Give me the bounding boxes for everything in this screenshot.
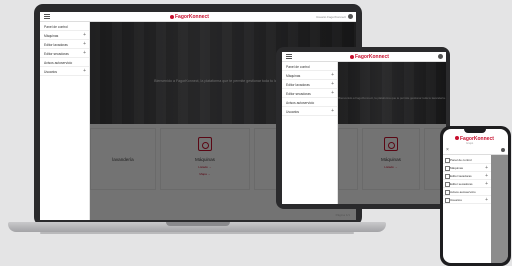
plus-icon: +: [485, 173, 488, 179]
sidebar-item-machines[interactable]: Máquinas +: [443, 164, 491, 172]
sidebar-item-editor-washers[interactable]: Editor lavadoras +: [443, 172, 491, 180]
plus-icon: +: [83, 41, 86, 47]
brand-sub: Grupo: [466, 142, 474, 145]
plus-icon: +: [331, 72, 334, 78]
user-avatar-icon[interactable]: [501, 148, 505, 152]
sidebar-item-users[interactable]: Usuarios +: [282, 107, 337, 116]
user-avatar-icon[interactable]: [438, 54, 443, 59]
sidebar-item-machines[interactable]: Máquinas +: [282, 71, 337, 80]
brand-logo: FagorKonnect: [350, 54, 389, 60]
menu-icon[interactable]: [286, 54, 292, 59]
top-bar: ×: [443, 146, 508, 155]
plus-icon: +: [485, 165, 488, 171]
laptop-notch: [166, 222, 230, 226]
top-user-name: Usuario FagorKonnect: [315, 15, 346, 19]
sidebar-item-editor-washers[interactable]: Editor lavadoras +: [282, 80, 337, 89]
plus-icon: +: [83, 32, 86, 38]
user-avatar-icon[interactable]: [348, 14, 353, 19]
plus-icon: +: [331, 90, 334, 96]
laptop-foot: [40, 232, 354, 234]
sidebar-item-editor-dryers[interactable]: Editor secadoras +: [282, 89, 337, 98]
sidebar-item-users[interactable]: Usuarios +: [443, 196, 491, 204]
phone-screen: FagorKonnect Grupo × Panel de control Má…: [443, 129, 508, 263]
sidebar-item-editor-dryers[interactable]: Editor secadoras +: [443, 180, 491, 188]
sidebar-item-panel[interactable]: Panel de control: [443, 156, 491, 164]
menu-icon[interactable]: [44, 14, 50, 19]
plus-icon: +: [331, 108, 334, 114]
brand-logo: FagorKonnect: [455, 136, 494, 142]
sidebar-item-notices[interactable]: Avisos autoservicio: [40, 58, 89, 67]
tablet-screen: FagorKonnect Bienvenido a FagorKonnect, …: [282, 52, 446, 204]
brand-logo: FagorKonnect: [170, 14, 209, 20]
sidebar-item-panel[interactable]: Panel de control: [282, 62, 337, 71]
sidebar: Panel de control Máquinas + Editor lavado…: [443, 156, 491, 204]
sidebar-item-notices[interactable]: Avisos autoservicio: [443, 188, 491, 196]
plus-icon: +: [485, 181, 488, 187]
close-icon[interactable]: ×: [446, 147, 449, 153]
pagination[interactable]: Página 1/1: [336, 213, 350, 217]
sidebar-item-machines[interactable]: Máquinas +: [40, 31, 89, 40]
plus-icon: +: [83, 50, 86, 56]
sidebar: Panel de control Máquinas + Editor lavado…: [282, 62, 338, 204]
sidebar-item-users[interactable]: Usuarios +: [40, 67, 89, 76]
sidebar-item-editor-washers[interactable]: Editor lavadoras +: [40, 40, 89, 49]
plus-icon: +: [331, 81, 334, 87]
top-bar: FagorKonnect Usuario FagorKonnect: [40, 12, 356, 22]
overlay[interactable]: [338, 62, 446, 204]
sidebar-item-panel[interactable]: Panel de control: [40, 22, 89, 31]
top-bar: FagorKonnect: [282, 52, 446, 62]
plus-icon: +: [83, 68, 86, 74]
sidebar-item-editor-dryers[interactable]: Editor secadoras +: [40, 49, 89, 58]
phone-notch: [464, 129, 486, 133]
sidebar-item-notices[interactable]: Avisos autoservicio: [282, 98, 337, 107]
overlay[interactable]: [491, 155, 508, 263]
sidebar: Panel de control Máquinas + Editor lavado…: [40, 22, 90, 220]
plus-icon: +: [485, 197, 488, 203]
